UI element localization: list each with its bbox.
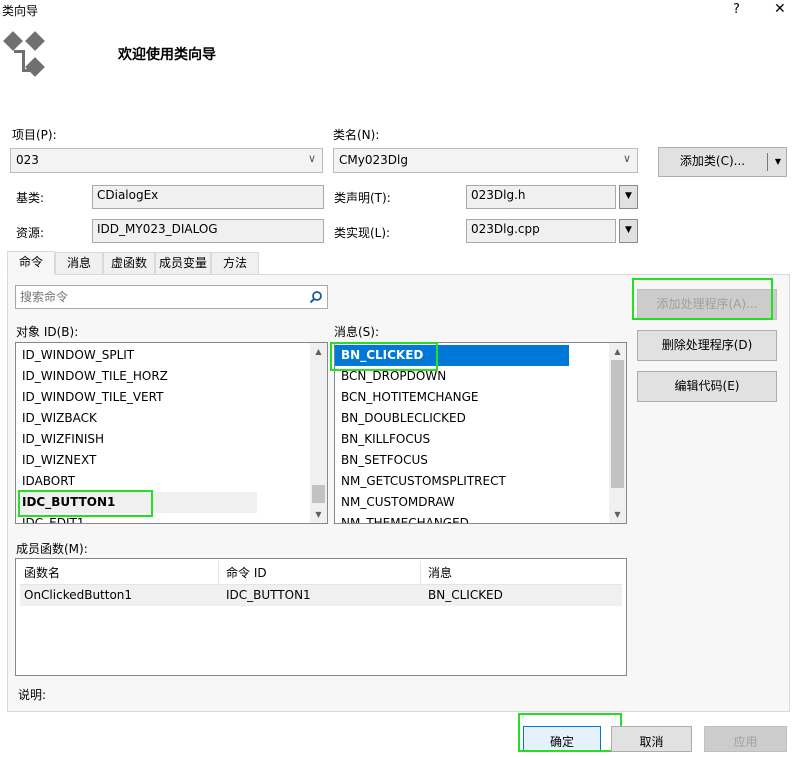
- description-label: 说明:: [18, 688, 47, 702]
- project-combo[interactable]: 023 ∨: [10, 148, 323, 173]
- table-cell: OnClickedButton1: [24, 588, 133, 602]
- class-impl-dropdown-button[interactable]: ▼: [619, 219, 638, 243]
- column-header-function[interactable]: 函数名: [20, 561, 219, 585]
- object-id-scrollbar[interactable]: ▲ ▼: [310, 343, 327, 523]
- highlight-box: [18, 490, 153, 517]
- list-item[interactable]: ID_WINDOW_TILE_HORZ: [16, 366, 327, 387]
- scroll-thumb[interactable]: [611, 360, 624, 488]
- project-value: 023: [16, 153, 39, 167]
- list-item[interactable]: ID_WINDOW_TILE_VERT: [16, 387, 327, 408]
- base-class-field[interactable]: CDialogEx: [92, 185, 324, 209]
- tab-messages[interactable]: 消息: [55, 252, 103, 274]
- class-decl-dropdown-button[interactable]: ▼: [619, 185, 638, 209]
- chevron-down-icon: ∨: [622, 152, 631, 165]
- object-ids-label: 对象 ID(B):: [16, 325, 79, 339]
- add-class-label: 添加类(C)...: [679, 154, 746, 168]
- list-item[interactable]: NM_CUSTOMDRAW: [335, 492, 626, 513]
- class-name-value: CMy023Dlg: [339, 153, 408, 167]
- tab-methods[interactable]: 方法: [211, 252, 259, 274]
- search-box[interactable]: [15, 285, 328, 309]
- split-divider: [767, 153, 768, 171]
- highlight-box: [330, 342, 438, 371]
- list-item[interactable]: ID_WIZBACK: [16, 408, 327, 429]
- list-item[interactable]: NM_THEMECHANGED: [335, 513, 626, 523]
- messages-label: 消息(S):: [334, 325, 380, 339]
- scroll-down-icon[interactable]: ▼: [310, 506, 327, 523]
- table-cell: BN_CLICKED: [428, 588, 503, 602]
- list-item[interactable]: NM_GETCUSTOMSPLITRECT: [335, 471, 626, 492]
- close-button[interactable]: ✕: [774, 1, 786, 17]
- edit-code-button[interactable]: 编辑代码(E): [637, 371, 777, 402]
- add-class-button[interactable]: 添加类(C)... ▼: [658, 147, 787, 177]
- table-row[interactable]: OnClickedButton1 IDC_BUTTON1 BN_CLICKED: [20, 585, 622, 606]
- highlight-box: [632, 278, 773, 320]
- chevron-down-icon: ∨: [307, 152, 316, 165]
- search-input[interactable]: [17, 287, 302, 307]
- class-impl-label: 类实现(L):: [334, 226, 391, 240]
- list-item[interactable]: BN_SETFOCUS: [335, 450, 626, 471]
- resource-field[interactable]: IDD_MY023_DIALOG: [92, 219, 324, 243]
- base-class-label: 基类:: [16, 191, 45, 205]
- list-item[interactable]: IDABORT: [16, 471, 327, 492]
- page-title: 欢迎使用类向导: [118, 47, 216, 63]
- list-item[interactable]: BN_DOUBLECLICKED: [335, 408, 626, 429]
- highlight-box: [518, 713, 622, 752]
- member-function-table[interactable]: 函数名 命令 ID 消息 OnClickedButton1 IDC_BUTTON…: [15, 558, 627, 676]
- message-scrollbar[interactable]: ▲ ▼: [609, 343, 626, 523]
- scroll-down-icon[interactable]: ▼: [609, 506, 626, 523]
- column-header-message[interactable]: 消息: [422, 561, 622, 585]
- table-header: 函数名 命令 ID 消息: [20, 561, 622, 585]
- caret-down-icon: ▼: [625, 191, 632, 201]
- resource-label: 资源:: [16, 226, 45, 240]
- class-decl-field[interactable]: 023Dlg.h: [466, 185, 616, 209]
- class-diagram-icon: [3, 31, 45, 77]
- search-icon[interactable]: [309, 290, 323, 304]
- scroll-up-icon[interactable]: ▲: [310, 343, 327, 360]
- list-item[interactable]: ID_WINDOW_SPLIT: [16, 345, 327, 366]
- cancel-button[interactable]: 取消: [611, 726, 692, 752]
- tab-commands[interactable]: 命令: [7, 251, 55, 275]
- apply-button[interactable]: 应用: [704, 726, 787, 752]
- help-button[interactable]: ?: [733, 2, 740, 17]
- scroll-up-icon[interactable]: ▲: [609, 343, 626, 360]
- class-name-label: 类名(N):: [333, 128, 380, 142]
- list-item[interactable]: ID_WIZFINISH: [16, 429, 327, 450]
- scroll-thumb[interactable]: [312, 485, 325, 503]
- delete-handler-button[interactable]: 删除处理程序(D): [637, 330, 777, 361]
- list-item[interactable]: BCN_HOTITEMCHANGE: [335, 387, 626, 408]
- list-item[interactable]: BN_KILLFOCUS: [335, 429, 626, 450]
- table-cell: IDC_BUTTON1: [226, 588, 311, 602]
- project-label: 项目(P):: [12, 128, 57, 142]
- caret-down-icon[interactable]: ▼: [775, 148, 781, 175]
- column-header-command-id[interactable]: 命令 ID: [220, 561, 421, 585]
- member-functions-label: 成员函数(M):: [16, 542, 88, 556]
- class-impl-field[interactable]: 023Dlg.cpp: [466, 219, 616, 243]
- tab-virtual-functions[interactable]: 虚函数: [103, 252, 155, 274]
- tab-member-variables[interactable]: 成员变量: [155, 252, 211, 274]
- class-decl-label: 类声明(T):: [334, 191, 391, 205]
- caret-down-icon: ▼: [625, 225, 632, 235]
- window-title: 类向导: [2, 4, 39, 18]
- list-item[interactable]: ID_WIZNEXT: [16, 450, 327, 471]
- class-name-combo[interactable]: CMy023Dlg ∨: [333, 148, 638, 173]
